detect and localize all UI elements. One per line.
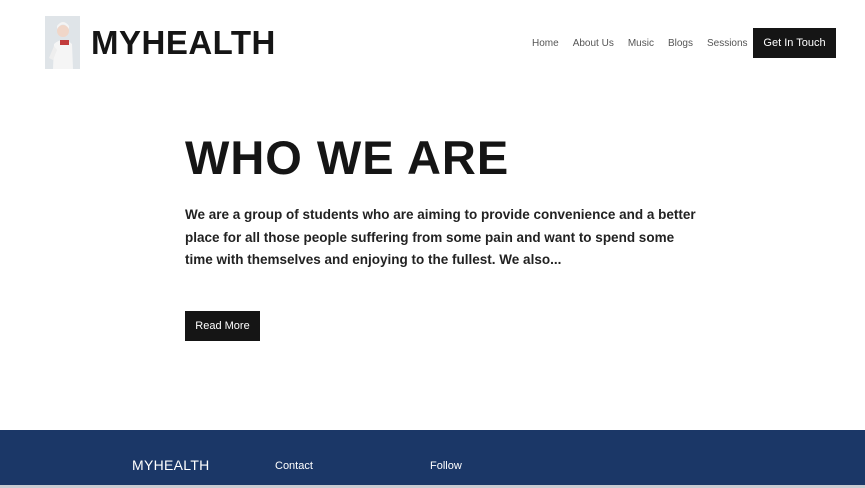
hero-description: We are a group of students who are aimin… — [185, 207, 696, 267]
footer-contact-heading: Contact — [275, 460, 313, 472]
nav-home[interactable]: Home — [532, 37, 559, 51]
site-header: MYHEALTH Home About Us Music Blogs Sessi… — [0, 0, 865, 85]
footer-brand[interactable]: MYHEALTH — [132, 457, 210, 473]
site-title[interactable]: MYHEALTH — [91, 24, 276, 62]
person-photo-icon — [45, 16, 80, 69]
footer-follow-heading: Follow — [430, 460, 462, 472]
main-nav: Home About Us Music Blogs Sessions — [532, 37, 762, 51]
site-footer: MYHEALTH Contact Follow — [0, 430, 865, 488]
get-in-touch-button[interactable]: Get In Touch — [753, 28, 836, 58]
nav-music[interactable]: Music — [628, 37, 654, 51]
nav-blogs[interactable]: Blogs — [668, 37, 693, 51]
read-more-button[interactable]: Read More — [185, 311, 260, 341]
logo-image[interactable] — [45, 16, 80, 69]
hero-title: WHO WE ARE — [185, 131, 510, 184]
nav-sessions[interactable]: Sessions — [707, 37, 748, 51]
nav-about-us[interactable]: About Us — [573, 37, 614, 51]
